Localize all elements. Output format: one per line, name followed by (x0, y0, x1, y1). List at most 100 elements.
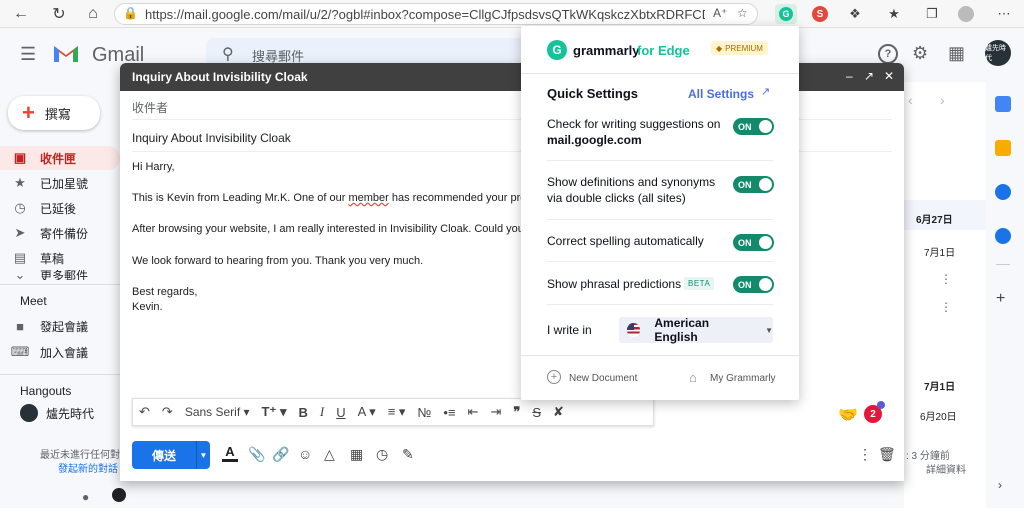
apps-grid-icon[interactable]: ▦ (948, 43, 965, 64)
minimize-icon[interactable]: – (846, 69, 853, 83)
new-document-link[interactable]: New Document (569, 373, 637, 384)
hangouts-title: Hangouts (20, 384, 72, 398)
my-grammarly-link[interactable]: My Grammarly (710, 373, 776, 384)
add-icon[interactable]: + (996, 290, 1005, 308)
bulleted-list-icon[interactable]: •≡ (437, 405, 461, 420)
chevron-right-icon[interactable]: › (940, 92, 945, 108)
subject-field[interactable]: Inquiry About Invisibility Cloak (132, 131, 291, 145)
bold-icon[interactable]: B (292, 405, 313, 420)
sidebar-item-snoozed[interactable]: ◷ 已延後 (0, 196, 120, 220)
italic-icon[interactable]: I (314, 404, 330, 420)
collections-icon[interactable]: ❐ (922, 4, 942, 24)
sidebar-item-inbox[interactable]: ▣ 收件匣 (0, 146, 120, 170)
home-icon[interactable]: ⌂ (689, 370, 697, 385)
indent-more-icon[interactable]: ⇥ (484, 404, 507, 420)
close-icon[interactable]: ✕ (884, 69, 894, 83)
clear-format-icon[interactable]: ✘ (547, 404, 570, 420)
sidebar-item-join-meeting[interactable]: ⌨ 加入會議 (0, 340, 120, 364)
align-icon[interactable]: ≡ ▾ (382, 404, 412, 420)
start-new-chat-link[interactable]: 發起新的對話 (58, 460, 118, 475)
contacts-icon[interactable] (995, 228, 1011, 244)
redo-icon[interactable]: ↷ (156, 404, 179, 420)
compose-button[interactable]: + 撰寫 (8, 96, 100, 130)
font-family-select[interactable]: Sans Serif ▾ (179, 405, 256, 419)
avatar[interactable]: 爐先時代 (985, 40, 1011, 66)
extensions-icon[interactable]: ❖ (845, 4, 865, 24)
details-link[interactable]: 詳細資料 (926, 461, 966, 476)
home-icon[interactable]: ⌂ (80, 2, 106, 26)
back-icon[interactable]: ← (8, 2, 34, 26)
sidebar-item-more[interactable]: ⌄ 更多郵件 (0, 270, 120, 280)
body-signature[interactable]: Kevin. (132, 301, 163, 313)
sidebar-item-label: 收件匣 (40, 151, 77, 166)
attach-icon[interactable]: 📎 (248, 446, 265, 463)
drive-icon[interactable]: △ (324, 446, 335, 463)
toggle-definitions[interactable]: ON (733, 176, 774, 193)
discard-icon[interactable]: 🗑 (878, 446, 896, 463)
confidential-icon[interactable]: ◷ (376, 446, 388, 463)
body-greeting[interactable]: Hi Harry, (132, 161, 175, 173)
strikethrough-icon[interactable]: S (526, 405, 547, 420)
toggle-phrasal-predictions[interactable]: ON (733, 276, 774, 293)
font-size-icon[interactable]: T⁺ ▾ (256, 404, 293, 420)
browser-menu-icon[interactable]: ⋯ (994, 4, 1014, 24)
inbox-icon: ▣ (13, 150, 27, 165)
toggle-writing-suggestions[interactable]: ON (733, 118, 774, 135)
chevron-right-icon[interactable]: › (998, 478, 1002, 492)
body-line-2[interactable]: After browsing your website, I am really… (132, 223, 545, 235)
settings-icon[interactable]: ⚙ (912, 43, 928, 64)
link-icon[interactable]: 🔗 (272, 446, 289, 463)
language-select[interactable]: American English ▼ (619, 316, 773, 344)
sidebar-item-starred[interactable]: ★ 已加星號 (0, 171, 120, 195)
text-color-icon[interactable]: A ▾ (352, 404, 382, 420)
keep-icon[interactable] (995, 140, 1011, 156)
plus-circle-icon[interactable]: + (547, 370, 561, 384)
chevron-left-icon[interactable]: ‹ (908, 92, 913, 108)
hangouts-user[interactable]: 爐先時代 (20, 404, 94, 422)
send-options-button[interactable]: ▼ (196, 441, 210, 469)
photo-icon[interactable]: ▦ (350, 446, 363, 463)
send-button[interactable]: 傳送 (132, 441, 196, 469)
all-settings-link[interactable]: All Settings (688, 87, 754, 101)
help-icon[interactable]: ? (878, 44, 898, 64)
menu-icon[interactable]: ☰ (20, 44, 36, 65)
recipients-field[interactable]: 收件者 (132, 99, 168, 116)
signature-icon[interactable]: ✎ (402, 446, 414, 463)
numbered-list-icon[interactable]: № (411, 405, 437, 420)
body-line-1[interactable]: This is Kevin from Leading Mr.K. One of … (132, 192, 544, 204)
emoji-icon[interactable]: ☺ (298, 446, 312, 462)
profile-icon[interactable] (956, 4, 976, 24)
s-extension-icon[interactable]: S (812, 6, 828, 22)
body-closing[interactable]: Best regards, (132, 286, 197, 298)
chat-icon[interactable] (112, 488, 126, 502)
more-options-icon[interactable]: ⋮ (858, 446, 872, 463)
favorites-icon[interactable]: ★ (884, 4, 904, 24)
tasks-icon[interactable] (995, 184, 1011, 200)
toggle-spelling[interactable]: ON (733, 234, 774, 251)
calendar-icon[interactable] (995, 96, 1011, 112)
external-link-icon[interactable]: ↗ (761, 85, 770, 98)
address-bar[interactable]: 🔒 https://mail.google.com/mail/u/2/?ogbl… (114, 3, 758, 25)
body-line-3[interactable]: We look forward to hearing from you. Tha… (132, 255, 423, 267)
reload-icon[interactable]: ↻ (46, 2, 72, 26)
underline-icon[interactable]: U (330, 405, 351, 420)
premium-label: PREMIUM (725, 43, 763, 53)
indent-less-icon[interactable]: ⇤ (462, 404, 485, 420)
read-aloud-icon[interactable]: A⁺ (713, 6, 727, 20)
person-icon[interactable]: ● (82, 490, 89, 504)
sidebar-item-drafts[interactable]: ▤ 草稿 (0, 246, 120, 270)
formatting-options-icon[interactable]: A (222, 444, 238, 462)
undo-icon[interactable]: ↶ (133, 404, 156, 420)
grammarly-extension-icon[interactable]: G (775, 4, 797, 24)
search-icon[interactable]: ⚲ (222, 44, 234, 64)
sidebar-item-sent[interactable]: ➤ 寄件備份 (0, 221, 120, 245)
quote-icon[interactable]: ❞ (507, 404, 526, 420)
spelling-flag[interactable]: member (348, 192, 388, 204)
more-vert-icon[interactable]: ⋮ (940, 272, 952, 286)
expand-icon[interactable]: ↗ (864, 69, 874, 83)
hangouts-user-name: 爐先時代 (46, 406, 95, 421)
more-vert-icon[interactable]: ⋮ (940, 300, 952, 314)
setting-writing-suggestions: Check for writing suggestions on mail.go… (547, 116, 727, 148)
sidebar-item-new-meeting[interactable]: ■ 發起會議 (0, 314, 120, 338)
favorite-add-icon[interactable]: ☆ (737, 6, 748, 20)
